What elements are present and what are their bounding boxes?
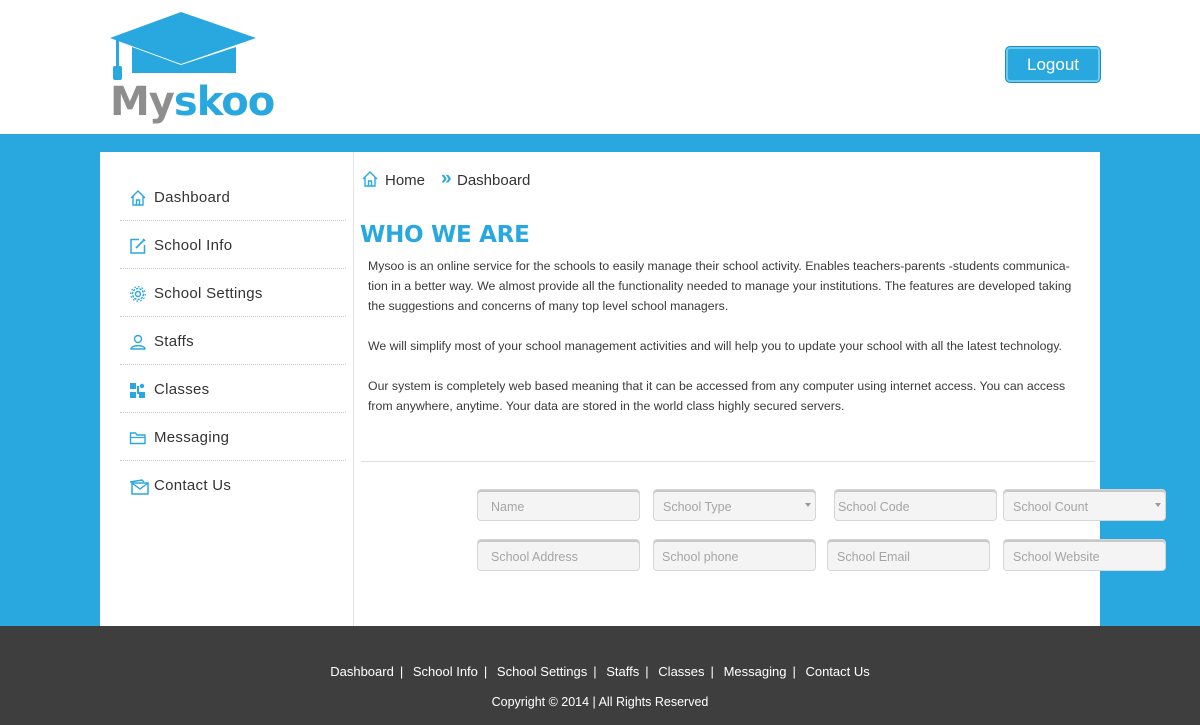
- section-title: WHO WE ARE: [360, 222, 530, 248]
- sidebar-item-contact-us[interactable]: Contact Us: [120, 461, 346, 509]
- footer-separator: |: [593, 664, 597, 679]
- footer-link-messaging[interactable]: Messaging: [724, 664, 787, 679]
- paragraph-line: tion in a better way. We almost provide …: [368, 279, 1072, 293]
- about-paragraph-1: Mysoo is an online service for the schoo…: [368, 256, 1088, 316]
- footer-link-classes[interactable]: Classes: [658, 664, 704, 679]
- edit-icon: [130, 238, 146, 254]
- folder-icon: [129, 432, 146, 445]
- name-field[interactable]: Name: [477, 489, 640, 521]
- about-paragraph-3: Our system is completely web based meani…: [368, 376, 1088, 416]
- school-email-field[interactable]: School Email: [827, 539, 990, 571]
- footer-separator: |: [483, 664, 488, 679]
- sidebar-item-label: Messaging: [154, 429, 230, 446]
- school-count-select[interactable]: School Count: [1003, 489, 1166, 521]
- breadcrumb-separator: »: [441, 168, 452, 189]
- school-phone-field[interactable]: School phone: [653, 539, 816, 571]
- breadcrumb-home[interactable]: Home: [385, 172, 425, 189]
- footer-separator: |: [645, 664, 649, 679]
- gear-icon: [130, 286, 146, 302]
- footer: Dashboard | School Info | School Settings |…: [0, 626, 1200, 725]
- breadcrumb-current: Dashboard: [457, 172, 531, 189]
- paragraph-line: Our system is completely web based meani…: [368, 379, 1066, 393]
- graduation-cap-icon: [110, 12, 256, 80]
- footer-link-school-info[interactable]: School Info: [413, 664, 478, 679]
- footer-separator: |: [710, 664, 714, 679]
- sidebar-item-label: Classes: [154, 381, 210, 398]
- logout-button[interactable]: Logout: [1005, 46, 1101, 83]
- sidebar-item-staffs[interactable]: Staffs: [120, 317, 346, 365]
- sidebar-item-label: Staffs: [154, 333, 194, 350]
- sidebar-item-label: Contact Us: [154, 477, 232, 494]
- sidebar: Dashboard School Info School Settings St…: [100, 152, 354, 626]
- header: Myskoo Logout: [0, 0, 1200, 134]
- paragraph-line: the suggestions and concerns of many top…: [368, 299, 729, 313]
- classes-icon: [130, 383, 145, 398]
- chevron-down-icon: [805, 503, 811, 507]
- school-address-field[interactable]: School Address: [477, 539, 640, 571]
- logo-text: Myskoo: [110, 79, 275, 125]
- footer-separator: |: [792, 664, 796, 679]
- footer-link-contact-us[interactable]: Contact Us: [805, 664, 869, 679]
- footer-links: Dashboard | School Info | School Settings |…: [0, 664, 1200, 679]
- main-content: Home » Dashboard WHO WE ARE Mysoo is an …: [354, 152, 1166, 626]
- sidebar-item-label: School Info: [154, 237, 233, 254]
- school-count-placeholder: School Count: [1013, 500, 1089, 514]
- sidebar-item-dashboard[interactable]: Dashboard: [120, 173, 346, 221]
- home-icon[interactable]: [361, 170, 379, 188]
- sidebar-item-school-info[interactable]: School Info: [120, 221, 346, 269]
- user-icon: [130, 334, 146, 350]
- divider: [361, 461, 1095, 462]
- mail-icon: [129, 479, 149, 495]
- sidebar-item-label: Dashboard: [154, 189, 231, 206]
- footer-link-dashboard[interactable]: Dashboard: [330, 664, 394, 679]
- sidebar-item-label: School Settings: [154, 285, 263, 302]
- school-type-placeholder: School Type: [663, 500, 732, 514]
- copyright: Copyright © 2014 | All Rights Reserved: [491, 695, 709, 709]
- school-code-field[interactable]: School Code: [834, 489, 997, 521]
- content-panel: Dashboard School Info School Settings St…: [100, 152, 1166, 626]
- paragraph-line: Mysoo is an online service for the schoo…: [368, 259, 1070, 273]
- footer-separator: |: [399, 664, 404, 679]
- paragraph-line: from anywhere, anytime. Your data are st…: [368, 399, 845, 413]
- school-type-select[interactable]: School Type: [653, 489, 816, 521]
- sidebar-item-school-settings[interactable]: School Settings: [120, 269, 346, 317]
- logo[interactable]: Myskoo: [108, 10, 275, 125]
- sidebar-item-messaging[interactable]: Messaging: [120, 413, 346, 461]
- sidebar-item-classes[interactable]: Classes: [120, 365, 346, 413]
- home-icon: [130, 190, 146, 206]
- chevron-down-icon: [1155, 503, 1161, 507]
- footer-link-school-settings[interactable]: School Settings: [497, 664, 587, 679]
- about-paragraph-2: We will simplify most of your school man…: [368, 339, 1062, 353]
- footer-link-staffs[interactable]: Staffs: [606, 664, 639, 679]
- school-website-field[interactable]: School Website: [1003, 539, 1166, 571]
